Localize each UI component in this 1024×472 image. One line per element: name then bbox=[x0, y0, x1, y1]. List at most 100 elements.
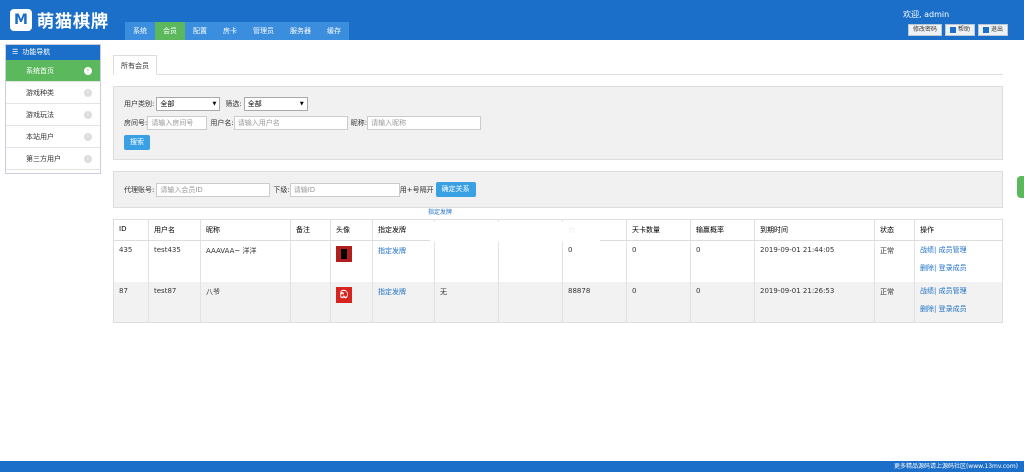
records-manage-link[interactable]: 战绩| 成员管理 bbox=[920, 246, 997, 255]
agent-id-input[interactable]: 请输入会员ID bbox=[156, 182, 271, 197]
bind-relation-button[interactable]: 确定关系 bbox=[435, 182, 476, 197]
logout-button[interactable]: 退出 bbox=[977, 24, 1008, 36]
cell-status: 正常 bbox=[874, 281, 915, 323]
cell-nickname: 八爷 bbox=[200, 281, 291, 323]
table-row: 87 test87 八爷 ඞ 指定发牌 无 88878 0 0 2019-09-… bbox=[113, 281, 1003, 323]
room-input[interactable]: 请输入房间号 bbox=[147, 116, 208, 130]
cell-actions: 战绩| 成员管理 删除| 登录成员 bbox=[915, 241, 1003, 282]
delete-login-link[interactable]: 删除| 登录成员 bbox=[920, 264, 997, 273]
sidebar-title: 功能导航 bbox=[22, 48, 51, 56]
records-manage-link[interactable]: 战绩| 成员管理 bbox=[920, 287, 997, 296]
assign-deal-link[interactable]: 指定发牌 bbox=[378, 288, 406, 296]
sidebar-item-label: 系统首页 bbox=[26, 67, 54, 75]
sidebar-item-label: 本站用户 bbox=[26, 133, 54, 141]
menu-icon: ☰ bbox=[12, 48, 19, 56]
search-button[interactable]: 搜索 bbox=[124, 135, 150, 150]
col-deal: 指定发牌 bbox=[372, 219, 435, 241]
chevron-right-icon: › bbox=[84, 89, 92, 97]
cell-id: 87 bbox=[113, 281, 149, 323]
nav-cache[interactable]: 缓存 bbox=[319, 22, 349, 40]
sub-label: 下级: bbox=[273, 185, 290, 194]
nav-system[interactable]: 系统 bbox=[125, 22, 155, 40]
cell-actions: 战绩| 成员管理 删除| 登录成员 bbox=[914, 281, 1003, 323]
delete-login-link[interactable]: 删除| 登录成员 bbox=[920, 305, 997, 314]
cell-6 bbox=[434, 240, 499, 282]
footer: 更多精品源码请上源码社区(www.13mv.com) bbox=[0, 461, 1024, 472]
sidebar-item-site-users[interactable]: 本站用户 › bbox=[6, 126, 100, 148]
cell-8: 0 bbox=[562, 240, 627, 282]
table-row: 435 test435 AAAVAA~ 洋洋 指定发牌 0 0 0 2019-0… bbox=[113, 240, 1003, 282]
filter-select[interactable]: 全部 ▼ bbox=[243, 97, 308, 111]
cell-username: test87 bbox=[148, 281, 201, 323]
logo-text: 萌猫棋牌 bbox=[37, 12, 109, 32]
sidebar-header: ☰ 功能导航 bbox=[6, 45, 100, 60]
change-password-label: 修改密码 bbox=[912, 26, 937, 33]
col-expire: 到期时间 bbox=[754, 219, 875, 241]
logout-label: 退出 bbox=[990, 26, 1003, 33]
col-note: 备注 bbox=[290, 219, 331, 241]
user-type-value: 全部 bbox=[160, 100, 175, 108]
agent-panel: 代理账号: 请输入会员ID 下级: 请输ID 用+号隔开 确定关系 bbox=[113, 171, 1003, 208]
sidebar-item-game-types[interactable]: 游戏种类 › bbox=[6, 82, 100, 104]
assign-deal-link[interactable]: 指定发牌 bbox=[378, 247, 406, 255]
col-win-rate: 输赢概率 bbox=[690, 219, 755, 241]
cell-status: 正常 bbox=[874, 240, 915, 282]
cell-deal: 指定发牌 bbox=[372, 240, 435, 282]
sidebar-item-label: 游戏玩法 bbox=[26, 111, 54, 119]
deal-tooltip: 指定发牌 bbox=[428, 209, 453, 216]
sidebar-item-label: 游戏种类 bbox=[26, 89, 54, 97]
filter-label: 筛选: bbox=[225, 100, 242, 108]
cell-note bbox=[290, 281, 331, 323]
cell-expire: 2019-09-01 21:26:53 bbox=[754, 281, 875, 323]
cell-nickname: AAAVAA~ 洋洋 bbox=[200, 240, 291, 282]
change-password-button[interactable]: 修改密码 bbox=[907, 24, 942, 36]
sub-id-input[interactable]: 请输ID bbox=[289, 182, 400, 197]
chevron-right-icon: › bbox=[84, 111, 92, 119]
top-nav: 系统 会员 配置 房卡 管理员 服务器 缓存 bbox=[125, 22, 349, 40]
sidebar-item-game-rules[interactable]: 游戏玩法 › bbox=[6, 104, 100, 126]
welcome-text: 欢迎, admin bbox=[903, 10, 950, 19]
logo-badge: M bbox=[10, 8, 32, 31]
cell-note bbox=[290, 240, 331, 282]
nickname-input[interactable]: 请输入昵称 bbox=[367, 116, 482, 130]
nav-admin[interactable]: 管理员 bbox=[245, 22, 282, 40]
tab-bar: 所有会员 bbox=[113, 55, 1003, 75]
nav-config[interactable]: 配置 bbox=[185, 22, 215, 40]
nickname-label: 昵称: bbox=[350, 119, 368, 127]
cell-avatar bbox=[330, 240, 373, 282]
cell-days-cards: 0 bbox=[626, 240, 691, 282]
sidebar-item-label: 第三方用户 bbox=[26, 155, 61, 163]
help-label: 帮助 bbox=[957, 26, 970, 33]
cell-expire: 2019-09-01 21:44:05 bbox=[754, 240, 875, 282]
cell-id: 435 bbox=[113, 240, 149, 282]
username-input[interactable]: 请输入用户名 bbox=[233, 116, 348, 130]
avatar bbox=[336, 246, 352, 262]
chevron-right-icon: › bbox=[84, 67, 92, 75]
sidebar-item-home[interactable]: 系统首页 › bbox=[6, 60, 100, 82]
cell-6: 无 bbox=[434, 281, 499, 323]
cell-avatar: ඞ bbox=[330, 281, 373, 323]
room-label: 房间号: bbox=[124, 119, 148, 127]
filter-value: 全部 bbox=[247, 100, 262, 108]
username-label: 用户名: bbox=[210, 119, 234, 127]
filter-panel: 用户类别: 全部 ▼ 筛选: 全部 ▼ 房间号: 请输入房间号 用户名: 请输入用户… bbox=[113, 86, 1003, 160]
cell-win-rate: 0 bbox=[690, 240, 755, 282]
cell-7 bbox=[498, 281, 563, 323]
top-header: M 萌猫棋牌 系统 会员 配置 房卡 管理员 服务器 缓存 欢迎, admin … bbox=[0, 0, 1024, 40]
side-toggle-tab[interactable] bbox=[1017, 176, 1024, 198]
cell-win-rate: 0 bbox=[690, 281, 755, 323]
logo: M 萌猫棋牌 bbox=[10, 7, 109, 32]
col-actions: 操作 bbox=[914, 219, 1003, 241]
sidebar: ☰ 功能导航 系统首页 › 游戏种类 › 游戏玩法 › 本站用户 › 第三方用户 › bbox=[5, 44, 101, 174]
cell-username: test435 bbox=[148, 240, 201, 282]
col-nickname: 昵称 bbox=[200, 219, 291, 241]
header-buttons: 修改密码 帮助 退出 bbox=[907, 24, 1008, 36]
col-days-cards: 天卡数量 bbox=[626, 219, 691, 241]
nav-room-card[interactable]: 房卡 bbox=[215, 22, 245, 40]
nav-members[interactable]: 会员 bbox=[155, 22, 185, 40]
nav-server[interactable]: 服务器 bbox=[282, 22, 319, 40]
sidebar-item-third-party-users[interactable]: 第三方用户 › bbox=[6, 148, 100, 170]
user-type-select[interactable]: 全部 ▼ bbox=[156, 97, 221, 111]
help-button[interactable]: 帮助 bbox=[944, 24, 975, 36]
tab-all-members[interactable]: 所有会员 bbox=[113, 55, 157, 75]
